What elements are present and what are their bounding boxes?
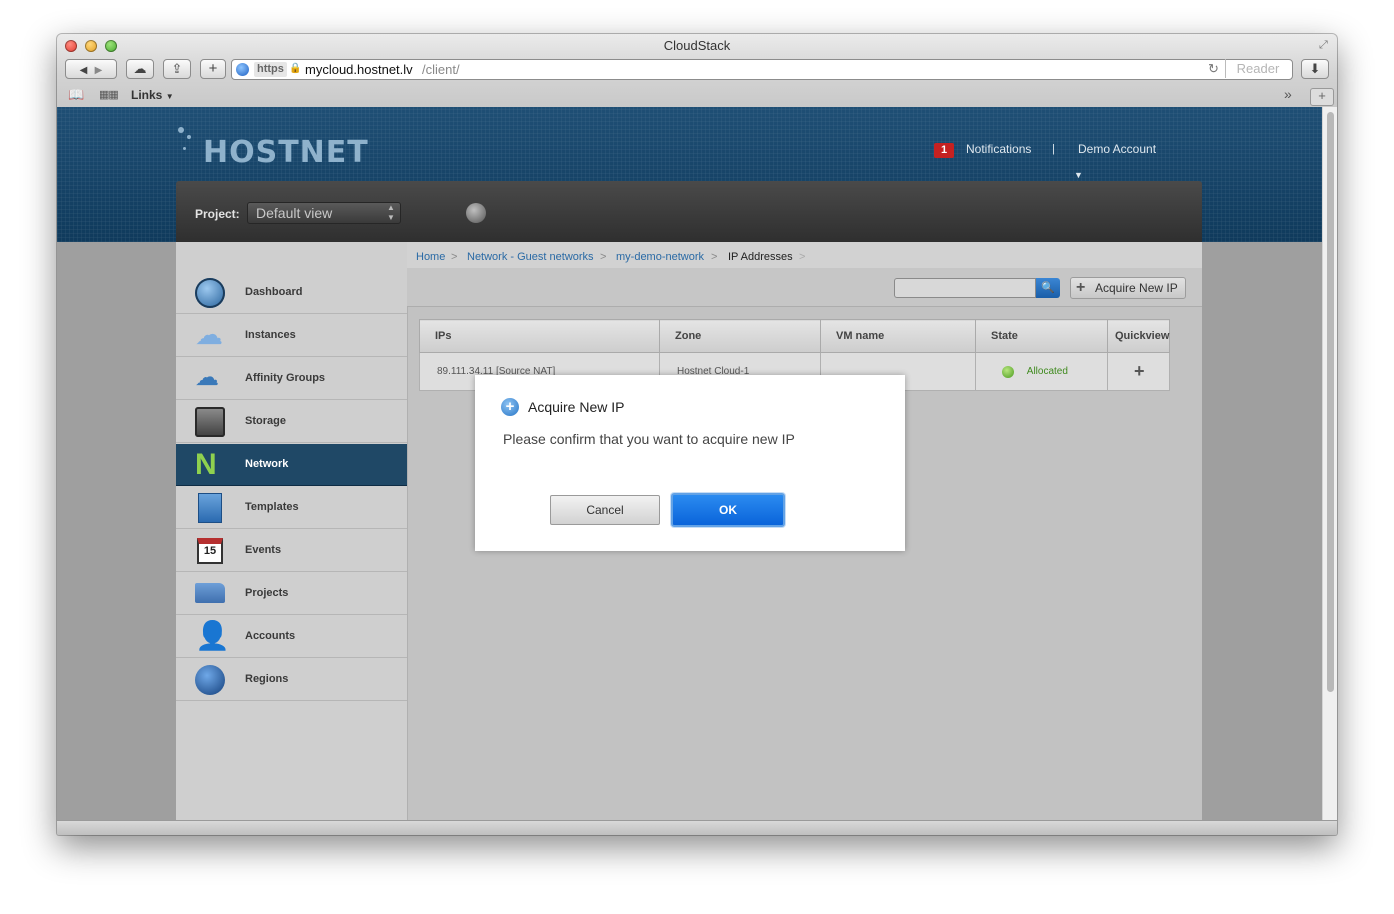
- icloud-tabs-button[interactable]: ☁: [126, 59, 154, 79]
- web-page: HOSTNET 1 Notifications | Demo Account ▼…: [57, 107, 1322, 820]
- share-button[interactable]: ⇪: [163, 59, 191, 79]
- add-circle-icon: +: [501, 398, 519, 416]
- https-badge: https: [254, 62, 287, 77]
- address-bar[interactable]: https 🔒 mycloud.hostnet.lv /client/ ↻ Re…: [231, 59, 1293, 80]
- bookmark-links[interactable]: Links ▼: [131, 88, 174, 102]
- chevron-down-icon: ▼: [165, 92, 174, 101]
- browser-status-bar: [57, 820, 1337, 835]
- back-forward-buttons[interactable]: ◀ ▶: [65, 59, 117, 79]
- add-bookmark-button[interactable]: +: [200, 59, 226, 79]
- new-tab-button[interactable]: +: [1310, 88, 1334, 106]
- url-path: /client/: [422, 62, 460, 77]
- plus-icon: +: [208, 60, 218, 77]
- reading-list-icon[interactable]: 📖: [68, 87, 84, 103]
- fullscreen-icon[interactable]: ⤢: [1319, 39, 1328, 52]
- downloads-button[interactable]: ⬇: [1301, 59, 1329, 79]
- forward-icon[interactable]: ▶: [95, 65, 103, 76]
- bookmarks-bar: 📖 ▦▦ Links ▼ » +: [57, 85, 1337, 107]
- modal-overlay: + Acquire New IP Please confirm that you…: [57, 107, 1322, 820]
- scrollbar-thumb[interactable]: [1327, 112, 1334, 692]
- browser-titlebar: CloudStack ⤢ ◀ ▶ ☁ ⇪ + https 🔒 mycloud.h…: [57, 34, 1337, 108]
- browser-window: CloudStack ⤢ ◀ ▶ ☁ ⇪ + https 🔒 mycloud.h…: [57, 34, 1337, 835]
- acquire-ip-dialog: + Acquire New IP Please confirm that you…: [475, 375, 905, 551]
- dialog-message: Please confirm that you want to acquire …: [503, 431, 795, 447]
- window-title: CloudStack: [663, 38, 731, 53]
- ok-button[interactable]: OK: [671, 493, 785, 527]
- lock-icon: 🔒: [289, 63, 302, 74]
- share-icon: ⇪: [171, 61, 183, 76]
- download-icon: ⬇: [1309, 61, 1321, 76]
- back-icon[interactable]: ◀: [80, 65, 88, 76]
- top-sites-icon[interactable]: ▦▦: [99, 88, 119, 101]
- cancel-button[interactable]: Cancel: [550, 495, 660, 525]
- reader-button[interactable]: Reader: [1225, 59, 1290, 78]
- reload-icon[interactable]: ↻: [1208, 61, 1219, 77]
- more-bookmarks-icon[interactable]: »: [1284, 86, 1292, 102]
- dialog-title: Acquire New IP: [528, 399, 625, 415]
- url-host: mycloud.hostnet.lv: [305, 62, 413, 77]
- globe-icon: [236, 63, 249, 76]
- cloud-icon: ☁: [133, 61, 147, 76]
